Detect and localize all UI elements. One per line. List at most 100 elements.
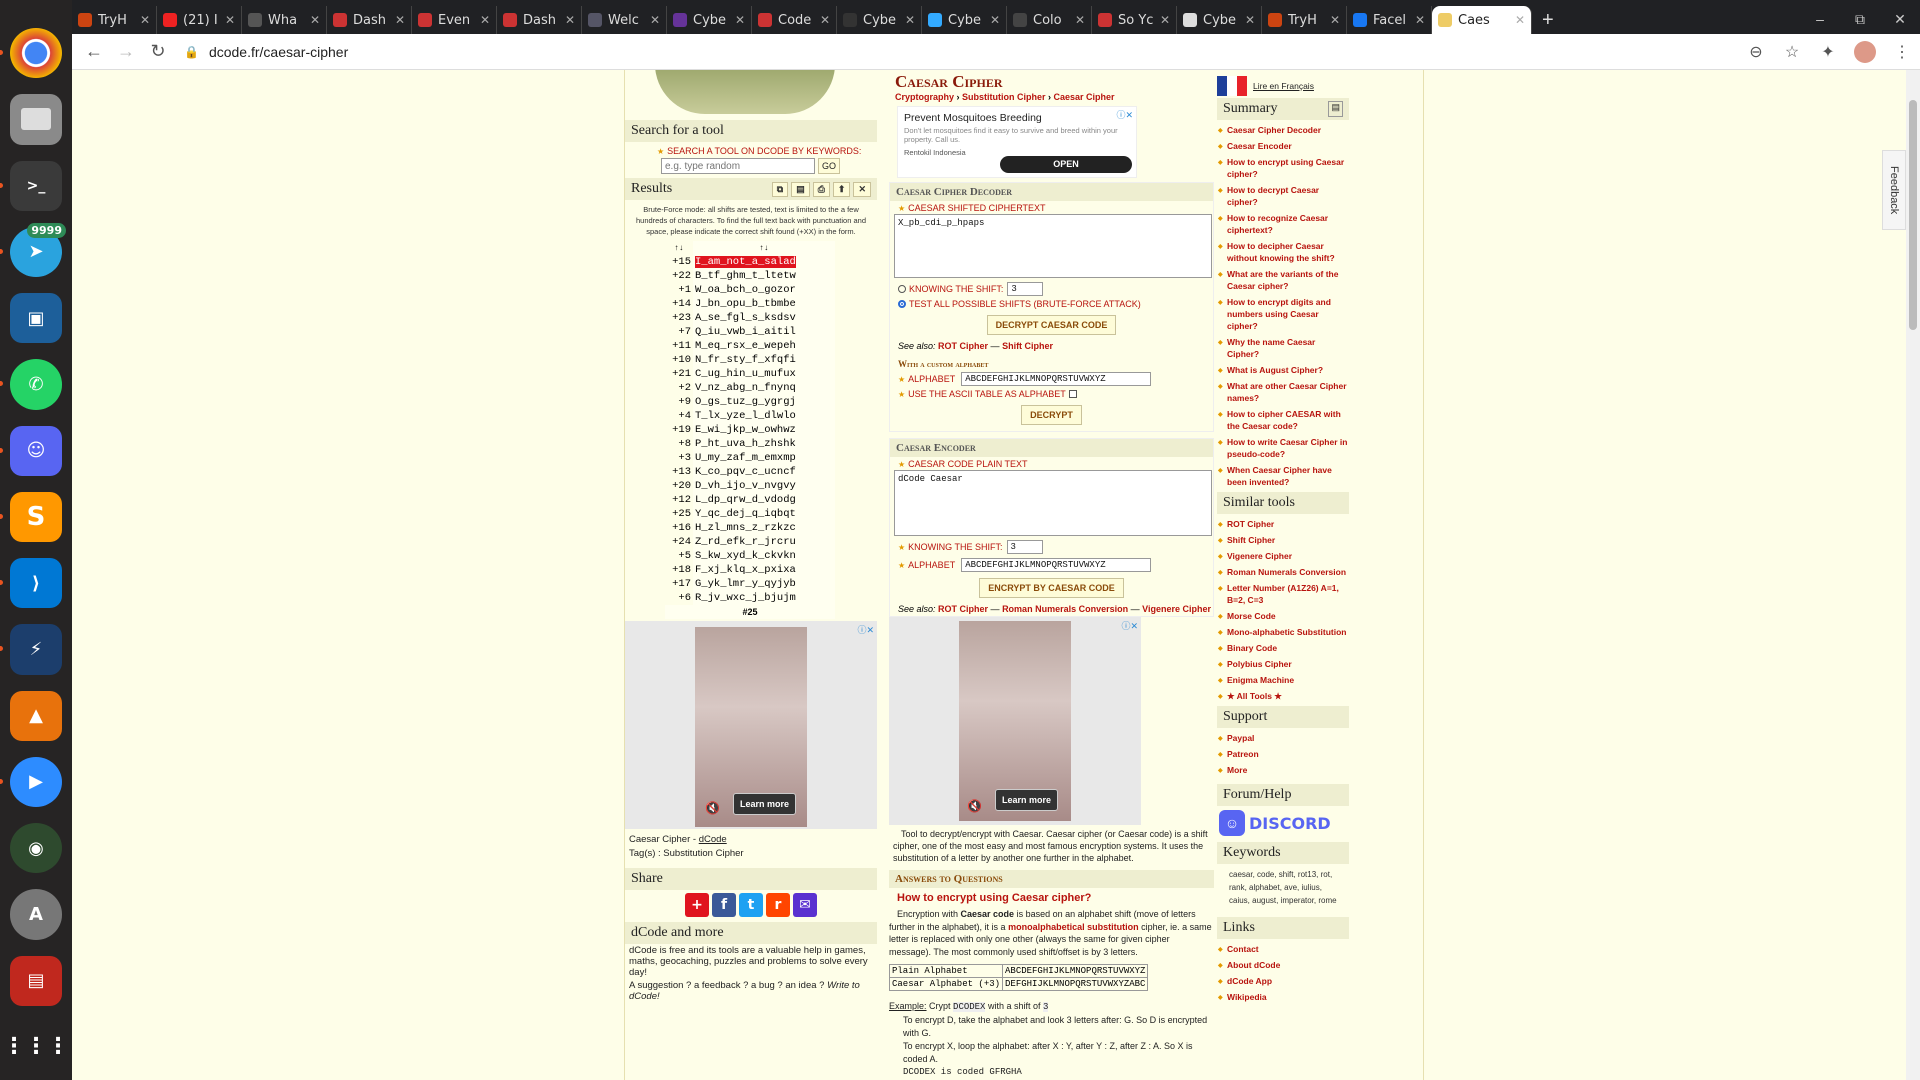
new-tab-button[interactable]: +: [1532, 6, 1564, 34]
list-item[interactable]: Contact: [1218, 943, 1349, 956]
ascii-checkbox[interactable]: [1068, 390, 1077, 398]
adchoices-icon[interactable]: ⓘ✕: [857, 623, 874, 636]
ciphertext-input[interactable]: X_pb_cdi_p_hpaps: [894, 214, 1212, 278]
table-row[interactable]: +7 Q_iu_vwb_i_aitil: [665, 325, 835, 339]
scrollbar-thumb[interactable]: [1909, 100, 1917, 330]
monoalphabetical-link[interactable]: monoalphabetical substitution: [1008, 922, 1139, 932]
list-item[interactable]: What are other Caesar Cipher names?: [1218, 380, 1349, 404]
list-item[interactable]: Binary Code: [1218, 642, 1349, 655]
tab-close-icon[interactable]: ✕: [820, 13, 830, 27]
table-row[interactable]: +9 O_gs_tuz_g_ygrgj: [665, 395, 835, 409]
facebook-icon[interactable]: f: [712, 893, 736, 917]
adchoices-icon[interactable]: ⓘ✕: [1121, 619, 1138, 632]
mute-icon[interactable]: 🔇: [967, 799, 982, 813]
list-item[interactable]: Why the name Caesar Cipher?: [1218, 336, 1349, 360]
shift-input[interactable]: 3: [1007, 282, 1044, 296]
table-row[interactable]: +10 N_fr_sty_f_xfqfi: [665, 353, 835, 367]
list-item[interactable]: Mono-alphabetic Substitution: [1218, 626, 1349, 639]
back-icon[interactable]: ←: [78, 41, 110, 62]
list-item[interactable]: Roman Numerals Conversion: [1218, 566, 1349, 579]
list-item[interactable]: Morse Code: [1218, 610, 1349, 623]
table-row[interactable]: +23 A_se_fgl_s_ksdsv: [665, 311, 835, 325]
camera-icon[interactable]: ◉: [10, 823, 62, 874]
list-item[interactable]: More: [1218, 764, 1349, 777]
table-row[interactable]: +15 I_am_not_a_salad: [665, 255, 835, 269]
table-row[interactable]: +11 M_eq_rsx_e_wepeh: [665, 339, 835, 353]
table-row[interactable]: +18 F_xj_klq_x_pxixa: [665, 563, 835, 577]
table-row[interactable]: +24 Z_rd_efk_r_jrcru: [665, 535, 835, 549]
zoom-icon[interactable]: ▶: [0, 756, 62, 807]
maximize-button[interactable]: ⧉: [1840, 11, 1880, 28]
tab-close-icon[interactable]: ✕: [1515, 13, 1525, 27]
breadcrumb-caesar[interactable]: Caesar Cipher: [1054, 92, 1115, 102]
apps-grid-icon[interactable]: ⋮⋮⋮: [3, 1022, 69, 1072]
plaintext-input[interactable]: dCode Caesar: [894, 470, 1212, 536]
learn-more-button-2[interactable]: Learn more: [995, 789, 1059, 811]
list-item[interactable]: Caesar Cipher Decoder: [1218, 124, 1349, 137]
tab-close-icon[interactable]: ✕: [565, 13, 575, 27]
decrypt-button[interactable]: DECRYPT: [1021, 405, 1082, 425]
bruteforce-radio[interactable]: [898, 300, 906, 308]
tab-close-icon[interactable]: ✕: [1415, 13, 1425, 27]
terminal-icon[interactable]: >_: [0, 160, 62, 211]
breadcrumb-cryptography[interactable]: Cryptography: [895, 92, 954, 102]
list-item[interactable]: What is August Cipher?: [1218, 364, 1349, 377]
table-row[interactable]: +22 B_tf_ghm_t_ltetw: [665, 269, 835, 283]
list-item[interactable]: Patreon: [1218, 748, 1349, 761]
address-bar[interactable]: 🔒 dcode.fr/caesar-cipher: [184, 44, 1738, 60]
list-item[interactable]: Caesar Encoder: [1218, 140, 1349, 153]
mute-icon[interactable]: 🔇: [705, 801, 720, 815]
ad-banner[interactable]: ⓘ✕ Prevent Mosquitoes Breeding Don't let…: [897, 106, 1137, 178]
shift-cipher-link[interactable]: Shift Cipher: [1002, 341, 1053, 351]
list-item[interactable]: How to cipher CAESAR with the Caesar cod…: [1218, 408, 1349, 432]
profile-avatar[interactable]: [1854, 40, 1876, 63]
table-row[interactable]: +14 J_bn_opu_b_tbmbe: [665, 297, 835, 311]
ad-video-left[interactable]: ⓘ✕ 🔇 Learn more: [625, 621, 877, 829]
table-row[interactable]: +8 P_ht_uva_h_zhshk: [665, 437, 835, 451]
list-item[interactable]: How to encrypt using Caesar cipher?: [1218, 156, 1349, 180]
learn-more-button[interactable]: Learn more: [733, 793, 797, 815]
table-row[interactable]: +19 E_wi_jkp_w_owhwz: [665, 423, 835, 437]
extensions-icon[interactable]: ✦: [1810, 42, 1846, 62]
list-item[interactable]: About dCode: [1218, 959, 1349, 972]
table-row[interactable]: +6 R_jv_wxc_j_bjujm: [665, 591, 835, 605]
ad-video-middle[interactable]: ⓘ✕ 🔇 Learn more: [889, 617, 1141, 825]
browser-tab[interactable]: Facel ✕: [1347, 6, 1432, 34]
list-item[interactable]: Shift Cipher: [1218, 534, 1349, 547]
vigenere-link[interactable]: Vigenere Cipher: [1142, 604, 1211, 614]
tab-close-icon[interactable]: ✕: [1330, 13, 1340, 27]
tab-close-icon[interactable]: ✕: [310, 13, 320, 27]
browser-tab[interactable]: Cybe ✕: [1177, 6, 1262, 34]
list-item[interactable]: ★ All Tools ★: [1218, 690, 1349, 703]
search-go-button[interactable]: GO: [818, 158, 841, 174]
encrypt-caesar-button[interactable]: ENCRYPT BY CAESAR CODE: [979, 578, 1124, 598]
collapse-icon[interactable]: ▤: [1328, 101, 1343, 117]
discord-icon[interactable]: ☺: [0, 425, 62, 476]
zoom-icon[interactable]: ⊖: [1738, 42, 1774, 62]
discord-banner[interactable]: ☺ DISCORD: [1219, 810, 1349, 836]
tab-close-icon[interactable]: ✕: [905, 13, 915, 27]
breadcrumb-substitution[interactable]: Substitution Cipher: [962, 92, 1046, 102]
sort-shift-icon[interactable]: ↑↓: [665, 241, 693, 255]
bookmark-star-icon[interactable]: ☆: [1774, 42, 1810, 62]
tab-close-icon[interactable]: ✕: [140, 13, 150, 27]
share-plus-icon[interactable]: +: [685, 893, 709, 917]
feedback-tab[interactable]: Feedback: [1882, 150, 1906, 230]
ad-open-button[interactable]: OPEN: [1000, 156, 1132, 173]
chrome-icon[interactable]: [0, 28, 62, 79]
telegram-icon[interactable]: ➤ 9999: [0, 222, 66, 277]
browser-tab[interactable]: So Yc ✕: [1092, 6, 1177, 34]
browser-tab[interactable]: TryH ✕: [72, 6, 157, 34]
table-row[interactable]: +21 C_ug_hin_u_mufux: [665, 367, 835, 381]
twitter-icon[interactable]: t: [739, 893, 763, 917]
table-row[interactable]: +3 U_my_zaf_m_emxmp: [665, 451, 835, 465]
menu-icon[interactable]: ⋮: [1884, 42, 1920, 62]
print-icon[interactable]: ⎙: [812, 181, 830, 197]
table-row[interactable]: +1 W_oa_bch_o_gozor: [665, 283, 835, 297]
list-item[interactable]: Enigma Machine: [1218, 674, 1349, 687]
minimize-button[interactable]: –: [1800, 11, 1840, 27]
sort-text-icon[interactable]: ↑↓: [693, 241, 835, 255]
shift-input-2[interactable]: 3: [1006, 540, 1043, 554]
dcode-link[interactable]: dCode: [699, 834, 727, 845]
browser-tab[interactable]: Dash ✕: [327, 6, 412, 34]
